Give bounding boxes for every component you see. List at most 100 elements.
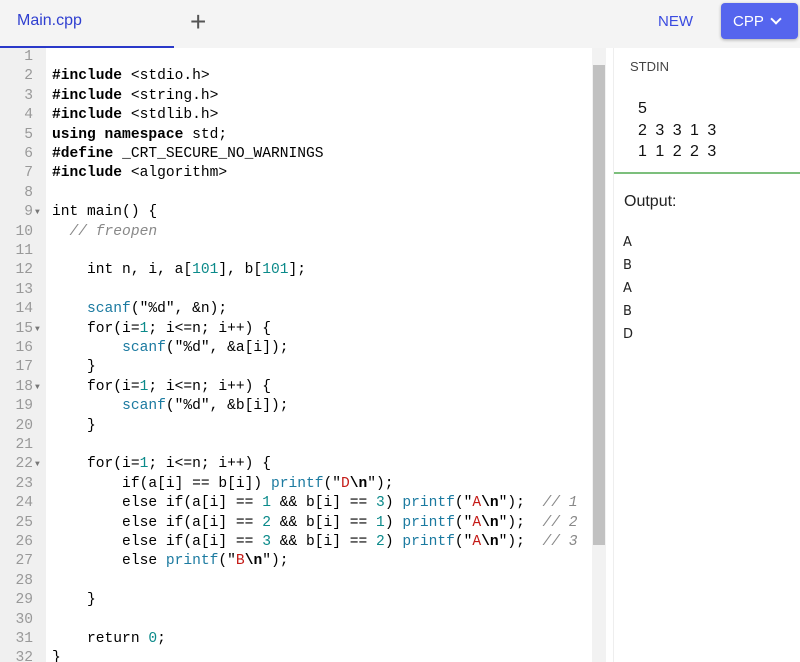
code-token: 1 (262, 495, 271, 512)
code-token: ]; (288, 262, 306, 279)
code-token: } (52, 650, 61, 662)
code-text: #define _CRT_SECURE_NO_WARNINGS (52, 145, 592, 164)
code-token: <stdio.h> (122, 68, 210, 85)
code-line[interactable]: 29 } (0, 591, 592, 610)
code-token: 0 (148, 631, 158, 647)
code-line[interactable]: 16 scanf("%d", &a[i]); (0, 339, 592, 358)
fold-arrow-icon[interactable]: ▼ (35, 320, 40, 339)
code-line[interactable]: 22 ▼ for(i=1; i<=n; i++) { (0, 455, 592, 474)
add-tab-button[interactable]: + (190, 6, 206, 38)
output-label: Output: (624, 193, 677, 210)
code-token: (" (454, 514, 473, 531)
new-button[interactable]: NEW (658, 13, 693, 30)
code-line[interactable]: 4 #include <stdlib.h> (0, 106, 592, 125)
code-token: ) (384, 495, 403, 512)
code-line[interactable]: 3 #include <string.h> (0, 87, 592, 106)
code-line[interactable]: 2 #include <stdio.h> (0, 67, 592, 86)
code-line[interactable]: 1 (0, 48, 592, 67)
code-text: else if(a[i] == 2 && b[i] == 1) printf("… (52, 514, 592, 533)
code-token: \n (481, 514, 499, 531)
code-line[interactable]: 31 return 0; (0, 630, 592, 649)
code-token: int n, i, a[ (52, 262, 193, 279)
code-text: scanf("%d", &b[i]); (52, 397, 592, 416)
tab-main-cpp[interactable]: Main.cpp (0, 0, 174, 48)
code-line[interactable]: 11 (0, 242, 592, 261)
editor-scrollbar[interactable] (592, 48, 606, 662)
fold-arrow-icon[interactable]: ▼ (35, 378, 40, 397)
code-token: printf (402, 495, 455, 512)
line-number: 9 (24, 204, 33, 221)
line-number: 4 (24, 107, 33, 124)
code-line[interactable]: 28 (0, 572, 592, 591)
code-editor[interactable]: 1 2 #include <stdio.h> 3 #include <string.h>… (0, 48, 606, 662)
code-token: scanf (122, 398, 166, 415)
code-token: && b[i] == (270, 514, 377, 531)
line-number: 30 (15, 611, 33, 628)
line-number: 3 (24, 87, 33, 104)
line-number: 10 (15, 223, 33, 240)
code-line[interactable]: 18 ▼ for(i=1; i<=n; i++) { (0, 378, 592, 397)
output-line: A (623, 235, 632, 250)
code-text: else printf("B\n"); (52, 552, 592, 571)
code-text: using namespace std; (52, 126, 592, 145)
line-number: 6 (24, 146, 33, 162)
code-line[interactable]: 14 scanf("%d", &n); (0, 300, 592, 319)
fold-arrow-icon[interactable]: ▼ (35, 203, 40, 222)
code-token: ], b[ (218, 262, 263, 279)
code-line[interactable]: 13 (0, 281, 592, 300)
code-token: return (52, 631, 149, 647)
code-token: // 1 (542, 495, 578, 512)
line-number: 13 (15, 281, 33, 298)
code-line[interactable]: 12 int n, i, a[101], b[101]; (0, 261, 592, 280)
code-token: 2 (376, 534, 385, 550)
code-token: for(i= (52, 320, 140, 337)
code-line[interactable]: 20 } (0, 417, 592, 436)
scrollbar-thumb[interactable] (593, 65, 605, 545)
code-token: if(a[i] == b[i]) (52, 475, 271, 492)
code-line[interactable]: 30 (0, 611, 592, 630)
code-token: <algorithm> (122, 165, 228, 182)
code-token: printf (270, 475, 324, 492)
code-line[interactable]: 6 #define _CRT_SECURE_NO_WARNINGS (0, 145, 592, 164)
code-line[interactable]: 32} (0, 649, 592, 662)
line-number: 31 (15, 631, 33, 647)
code-token: <stdlib.h> (122, 107, 219, 124)
code-line[interactable]: 10 // freopen (0, 223, 592, 242)
code-text: else if(a[i] == 1 && b[i] == 3) printf("… (52, 494, 592, 513)
code-line[interactable]: 17 } (0, 358, 592, 377)
code-token: printf (165, 553, 219, 570)
code-token: using namespace (52, 126, 184, 143)
code-line[interactable]: 9 ▼ int main() { (0, 203, 592, 222)
code-text: #include <stdlib.h> (52, 106, 592, 125)
code-text: #include <string.h> (52, 87, 592, 106)
code-token: ("%d", &b[i]); (165, 398, 289, 415)
code-token: (" (323, 475, 342, 492)
code-line[interactable]: 24 else if(a[i] == 1 && b[i] == 3) print… (0, 494, 592, 513)
code-text: } (52, 358, 592, 377)
stdin-input[interactable]: 5 2 3 3 1 3 1 1 2 2 3 (638, 98, 718, 163)
code-line[interactable]: 25 else if(a[i] == 2 && b[i] == 1) print… (0, 514, 592, 533)
io-panel: STDIN 5 2 3 3 1 3 1 1 2 2 3 Output: A B … (613, 48, 800, 662)
code-line[interactable]: 5 using namespace std; (0, 126, 592, 145)
code-line[interactable]: 15 ▼ for(i=1; i<=n; i++) { (0, 320, 592, 339)
code-token: "); (498, 514, 543, 531)
fold-arrow-icon[interactable]: ▼ (35, 455, 40, 474)
line-number: 32 (15, 650, 33, 662)
line-number: 5 (24, 126, 33, 143)
code-text: scanf("%d", &a[i]); (52, 339, 592, 358)
code-token: #include (52, 87, 123, 104)
code-line[interactable]: 19 scanf("%d", &b[i]); (0, 397, 592, 416)
line-number: 2 (24, 68, 33, 85)
code-line[interactable]: 23 if(a[i] == b[i]) printf("D\n"); (0, 475, 592, 494)
code-token: for(i= (52, 456, 140, 473)
code-line[interactable]: 21 (0, 436, 592, 455)
code-line[interactable]: 27 else printf("B\n"); (0, 552, 592, 571)
code-line[interactable]: 26 else if(a[i] == 3 && b[i] == 2) print… (0, 533, 592, 552)
output-line: B (623, 304, 632, 319)
code-text: if(a[i] == b[i]) printf("D\n"); (52, 475, 592, 494)
language-select[interactable]: CPP (721, 3, 798, 39)
code-line[interactable]: 8 (0, 184, 592, 203)
code-token: ) (384, 514, 403, 531)
code-line[interactable]: 7 #include <algorithm> (0, 164, 592, 183)
